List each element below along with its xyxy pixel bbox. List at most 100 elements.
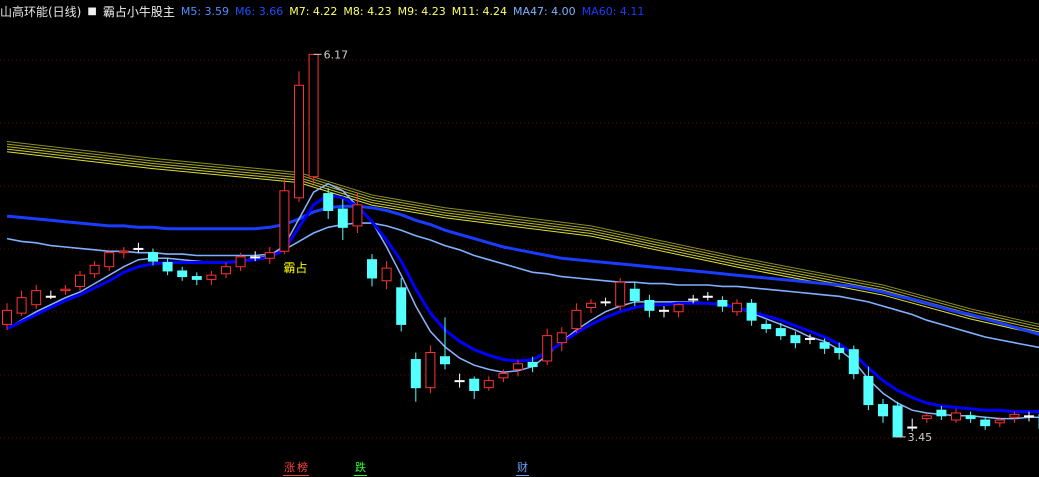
candle[interactable]	[702, 292, 713, 301]
candle[interactable]	[848, 345, 859, 380]
candle[interactable]	[732, 299, 742, 316]
candle[interactable]	[878, 398, 888, 423]
candle-body	[45, 295, 56, 298]
candle[interactable]	[31, 285, 42, 309]
candle-body	[308, 53, 319, 178]
candle[interactable]	[542, 328, 553, 366]
square-icon: ■	[87, 6, 97, 17]
candle-body	[440, 356, 450, 365]
candle-body	[162, 262, 173, 272]
candle[interactable]	[892, 401, 903, 438]
candle[interactable]	[483, 376, 494, 391]
candle-body	[556, 332, 567, 344]
candle[interactable]	[16, 290, 27, 316]
candle-body	[177, 270, 188, 278]
candle[interactable]	[75, 270, 85, 291]
event-marker-limit-up[interactable]: 涨	[283, 461, 296, 476]
ma-readout: M9: 4.23	[397, 5, 446, 18]
ma-readout: MA60: 4.11	[581, 5, 645, 18]
candle-body	[294, 84, 304, 199]
candle[interactable]	[381, 261, 392, 290]
ma-readout: M8: 4.23	[343, 5, 392, 18]
candle-body	[250, 256, 261, 259]
stock-title[interactable]: 山高环能(日线)	[0, 3, 81, 21]
candle[interactable]	[951, 408, 961, 423]
candle-body	[118, 250, 129, 254]
candle[interactable]	[191, 272, 202, 286]
candle[interactable]	[600, 297, 611, 307]
candle[interactable]	[1009, 411, 1020, 423]
candle[interactable]	[921, 412, 932, 423]
candle[interactable]	[965, 411, 976, 423]
candle-body	[717, 299, 728, 307]
candle[interactable]	[104, 249, 115, 271]
candle[interactable]	[761, 320, 772, 333]
yellow-band-line	[6, 151, 1039, 335]
candle-body	[819, 342, 830, 349]
candle-body	[367, 259, 377, 279]
candle-body	[337, 208, 348, 228]
ma60-line	[6, 204, 1039, 336]
candle[interactable]	[45, 290, 56, 300]
candle-body	[323, 193, 334, 211]
candle[interactable]	[571, 303, 582, 333]
candle-body	[104, 252, 115, 268]
kline-chart[interactable]: 6.17 3.45 霸占	[0, 0, 1039, 477]
candle[interactable]	[308, 53, 319, 184]
ma-readout: M7: 4.22	[289, 5, 338, 18]
candle[interactable]	[659, 306, 669, 318]
candle[interactable]	[60, 285, 71, 295]
candle-body	[688, 298, 699, 301]
candle[interactable]	[644, 294, 655, 318]
candle-body	[513, 363, 523, 370]
candle[interactable]	[556, 327, 567, 352]
candle[interactable]	[907, 418, 918, 432]
candle[interactable]	[279, 179, 290, 255]
candle[interactable]	[586, 299, 596, 314]
candle[interactable]	[469, 376, 480, 399]
indicator-name[interactable]: 霸占小牛股主	[103, 3, 175, 21]
candle[interactable]	[425, 345, 436, 394]
candle[interactable]	[410, 352, 421, 402]
low-price-label: 3.45	[908, 431, 933, 444]
candle[interactable]	[673, 303, 684, 318]
candle-body	[615, 281, 626, 307]
candle-body	[60, 288, 71, 292]
candle-body	[586, 302, 596, 309]
candle[interactable]	[615, 277, 626, 311]
candle-body	[805, 337, 815, 340]
event-marker-limit-down[interactable]: 跌	[354, 461, 367, 476]
candle-body	[75, 274, 85, 287]
candle[interactable]	[980, 417, 991, 430]
candle[interactable]	[177, 266, 188, 281]
price-annotations: 6.17 3.45 霸占	[283, 48, 932, 444]
candle-body	[1009, 413, 1020, 418]
candle[interactable]	[396, 277, 407, 332]
candle[interactable]	[89, 261, 100, 278]
candle[interactable]	[717, 296, 728, 312]
candle-body	[629, 288, 640, 301]
candle[interactable]	[206, 270, 217, 286]
candle[interactable]	[367, 254, 377, 287]
candle[interactable]	[264, 247, 275, 264]
candle[interactable]	[294, 71, 304, 203]
candle-body	[775, 328, 786, 337]
candle[interactable]	[454, 373, 465, 388]
candle[interactable]	[133, 242, 144, 253]
candle-body	[702, 295, 713, 298]
candle-body	[454, 380, 465, 383]
candle-body	[148, 252, 158, 262]
candle[interactable]	[746, 299, 757, 326]
candle[interactable]	[790, 331, 801, 349]
candle[interactable]	[936, 405, 947, 421]
signal-label: 霸占	[283, 260, 307, 275]
candle[interactable]	[162, 258, 173, 276]
event-marker-finance[interactable]: 财	[516, 461, 529, 476]
yellow-band-line	[6, 148, 1039, 333]
candle[interactable]	[221, 262, 231, 278]
candle-body	[644, 299, 655, 311]
event-marker-ranking[interactable]: 榜	[296, 461, 309, 476]
candle-body	[191, 276, 202, 280]
candle-body	[673, 304, 684, 313]
candle[interactable]	[863, 366, 874, 411]
